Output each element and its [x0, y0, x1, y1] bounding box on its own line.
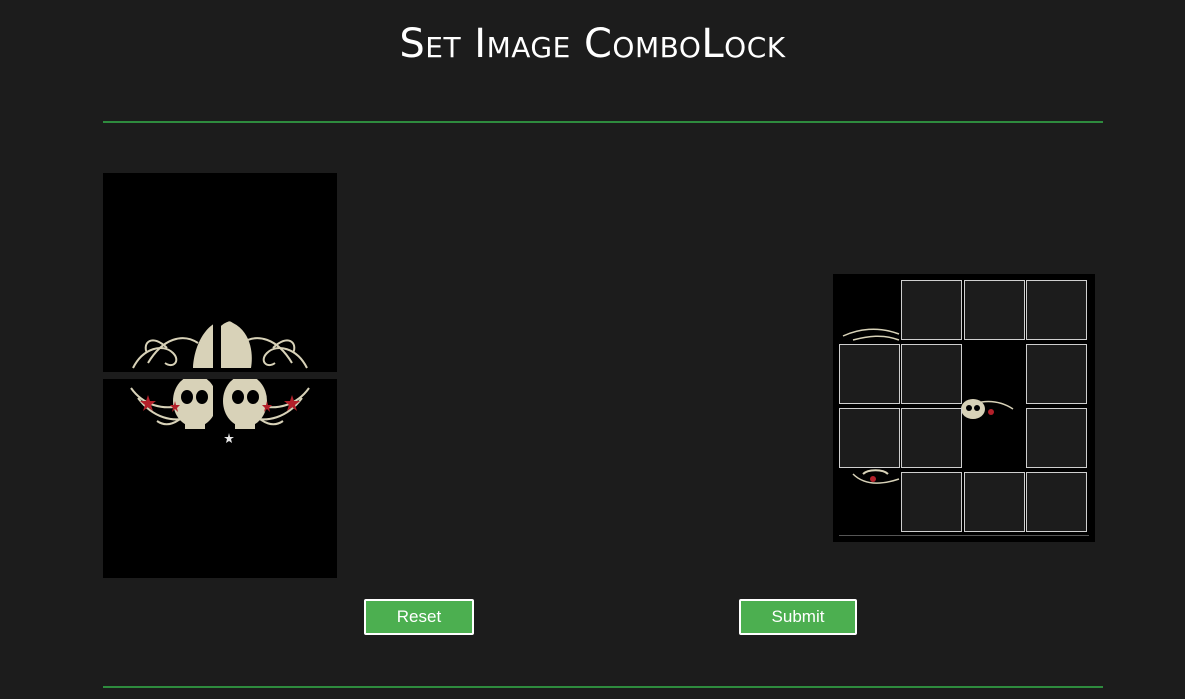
lock-tile-r2c1[interactable]: [839, 344, 900, 404]
lock-tile-r2c2[interactable]: [901, 344, 962, 404]
lock-tile-r1c2[interactable]: [901, 280, 962, 340]
lock-tile-r4c3[interactable]: [964, 472, 1025, 532]
lock-tile-r2c3[interactable]: [964, 344, 1025, 404]
lock-tile-r2c4[interactable]: [1026, 344, 1087, 404]
page-title: Set Image ComboLock: [399, 21, 786, 67]
top-divider: [103, 121, 1103, 123]
lock-tile-r3c1[interactable]: [839, 408, 900, 468]
submit-button[interactable]: Submit: [739, 599, 857, 635]
lock-tile-r4c1[interactable]: [839, 472, 900, 532]
skull-ornament-icon: [103, 173, 337, 578]
lock-grid: [833, 274, 1095, 542]
lock-tile-r1c3[interactable]: [964, 280, 1025, 340]
lock-tile-r3c3[interactable]: [964, 408, 1025, 468]
lock-tile-r4c4[interactable]: [1026, 472, 1087, 532]
preview-image: [103, 173, 337, 578]
lock-tile-r3c4[interactable]: [1026, 408, 1087, 468]
reset-button[interactable]: Reset: [364, 599, 474, 635]
lock-tile-r1c1[interactable]: [839, 280, 900, 340]
lock-tile-r4c2[interactable]: [901, 472, 962, 532]
bottom-divider: [103, 686, 1103, 688]
lock-tile-r1c4[interactable]: [1026, 280, 1087, 340]
grid-bottom-line: [839, 535, 1089, 536]
lock-tile-r3c2[interactable]: [901, 408, 962, 468]
